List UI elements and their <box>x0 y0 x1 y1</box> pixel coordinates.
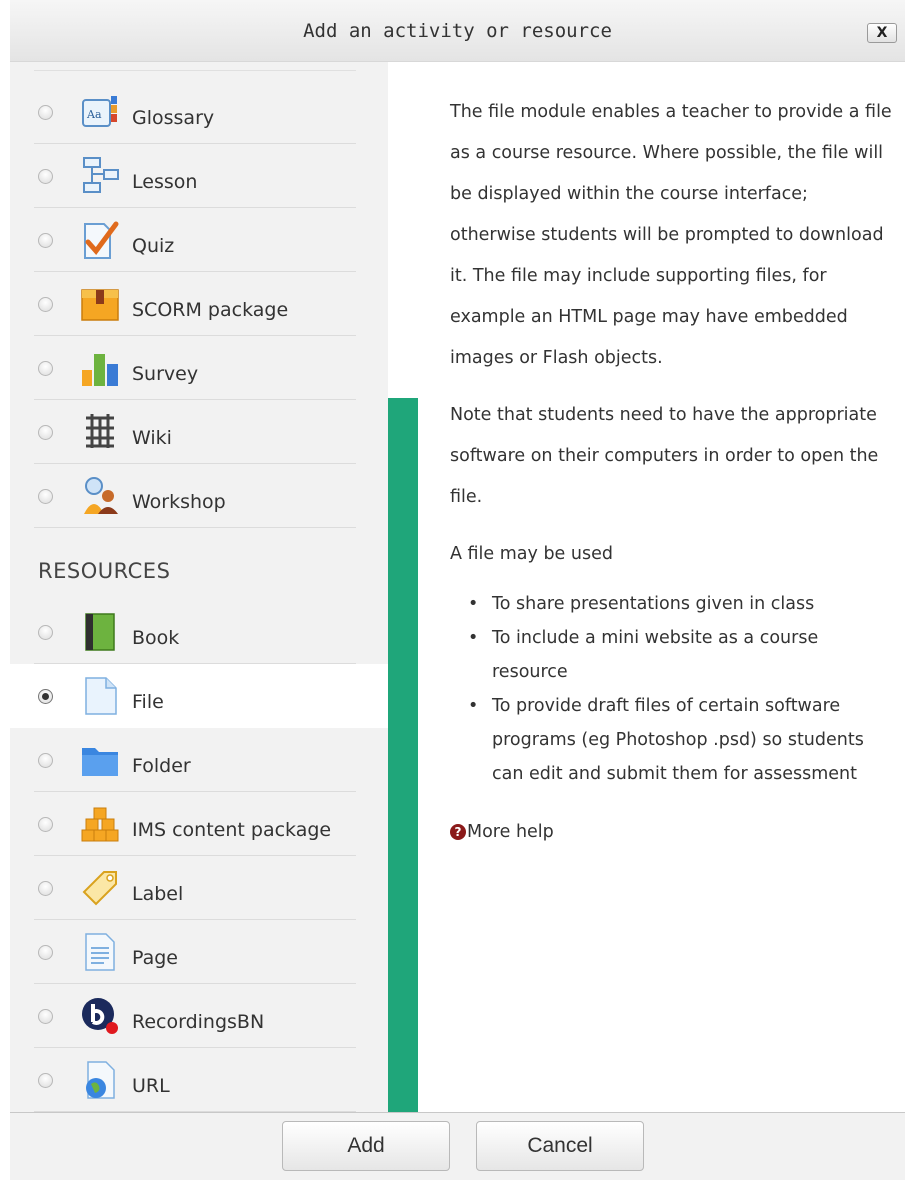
svg-text:Aa: Aa <box>86 108 102 121</box>
module-options-list: Aa Glossary Lesson Quiz SCORM package Su… <box>10 62 388 1112</box>
option-scorm-package[interactable]: SCORM package <box>10 272 388 336</box>
quiz-icon <box>84 221 119 259</box>
workshop-icon <box>84 477 118 514</box>
file-icon <box>85 677 117 715</box>
radio-glossary[interactable] <box>38 105 53 120</box>
option-ims-content-package[interactable]: IMS content package <box>10 792 388 856</box>
option-survey[interactable]: Survey <box>10 336 388 400</box>
radio-file[interactable] <box>38 689 53 704</box>
help-bullet-list: To share presentations given in class To… <box>450 587 895 791</box>
option-label: Folder <box>132 755 191 777</box>
radio-scorm-package[interactable] <box>38 297 53 312</box>
wiki-icon <box>86 414 114 448</box>
option-label: Label <box>132 883 184 905</box>
option-label: Wiki <box>132 427 172 449</box>
option-label: SCORM package <box>132 299 289 321</box>
list-divider <box>34 70 356 71</box>
option-wiki[interactable]: Wiki <box>10 400 388 464</box>
option-label: Lesson <box>132 171 198 193</box>
survey-icon <box>82 354 118 386</box>
radio-quiz[interactable] <box>38 233 53 248</box>
folder-icon <box>82 748 118 776</box>
resources-heading: RESOURCES <box>38 559 171 583</box>
lesson-icon <box>83 157 119 193</box>
module-help-panel: The file module enables a teacher to pro… <box>450 92 895 849</box>
option-lesson[interactable]: Lesson <box>10 144 388 208</box>
page-icon <box>85 933 115 971</box>
radio-survey[interactable] <box>38 361 53 376</box>
help-paragraph: The file module enables a teacher to pro… <box>450 102 892 368</box>
option-quiz[interactable]: Quiz <box>10 208 388 272</box>
radio-folder[interactable] <box>38 753 53 768</box>
radio-page[interactable] <box>38 945 53 960</box>
ims-content-package-icon <box>81 807 119 842</box>
url-icon <box>86 1061 115 1099</box>
recordingsbn-icon <box>82 998 118 1034</box>
option-label: Book <box>132 627 180 649</box>
close-button[interactable]: X <box>867 23 897 43</box>
book-icon <box>85 613 115 651</box>
radio-book[interactable] <box>38 625 53 640</box>
more-help-label: More help <box>467 822 554 842</box>
help-paragraph: Note that students need to have the appr… <box>450 405 879 507</box>
help-bullet: To share presentations given in class <box>450 587 895 621</box>
label-icon <box>82 871 117 906</box>
add-button[interactable]: Add <box>282 1121 450 1171</box>
option-label: URL <box>132 1075 170 1097</box>
help-paragraph: A file may be used <box>450 544 613 564</box>
scorm-package-icon <box>81 289 119 321</box>
option-label: RecordingsBN <box>132 1011 265 1033</box>
dialog-footer: Add Cancel <box>10 1112 905 1180</box>
option-label: Survey <box>132 363 199 385</box>
help-bullet: To provide draft files of certain softwa… <box>450 689 895 791</box>
option-label: Page <box>132 947 178 969</box>
glossary-icon: Aa <box>82 96 117 127</box>
scroll-accent-bar[interactable] <box>388 398 418 1112</box>
option-page[interactable]: Page <box>10 920 388 984</box>
radio-url[interactable] <box>38 1073 53 1088</box>
radio-lesson[interactable] <box>38 169 53 184</box>
radio-wiki[interactable] <box>38 425 53 440</box>
more-help-link[interactable]: ? More help <box>450 815 895 849</box>
radio-ims-content-package[interactable] <box>38 817 53 832</box>
radio-recordingsbn[interactable] <box>38 1009 53 1024</box>
help-icon: ? <box>450 824 466 840</box>
option-file[interactable]: File <box>10 664 388 728</box>
close-icon: X <box>876 25 888 41</box>
dialog-title: Add an activity or resource <box>303 20 612 42</box>
option-book[interactable]: Book <box>10 600 388 664</box>
option-workshop[interactable]: Workshop <box>10 464 388 528</box>
dialog-titlebar: Add an activity or resource X <box>10 0 905 62</box>
cancel-button[interactable]: Cancel <box>476 1121 644 1171</box>
option-label: IMS content package <box>132 819 332 841</box>
option-folder[interactable]: Folder <box>10 728 388 792</box>
option-label: Glossary <box>132 107 215 129</box>
radio-label[interactable] <box>38 881 53 896</box>
option-label-resource[interactable]: Label <box>10 856 388 920</box>
option-url[interactable]: URL <box>10 1048 388 1112</box>
add-activity-dialog: Add an activity or resource X Aa Glossar… <box>10 0 905 1180</box>
option-glossary[interactable]: Aa Glossary <box>10 80 388 144</box>
option-label: Quiz <box>132 235 175 257</box>
option-label: Workshop <box>132 491 226 513</box>
option-recordingsbn[interactable]: RecordingsBN <box>10 984 388 1048</box>
help-bullet: To include a mini website as a course re… <box>450 621 895 689</box>
option-label: File <box>132 691 164 713</box>
radio-workshop[interactable] <box>38 489 53 504</box>
